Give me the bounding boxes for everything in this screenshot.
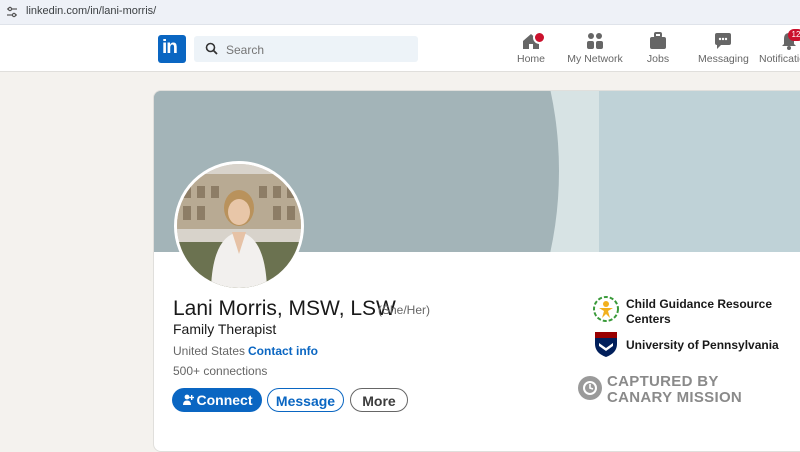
- watermark-clock-icon: [578, 376, 602, 400]
- home-notification-dot: [533, 31, 546, 44]
- my-network-icon: [587, 33, 603, 49]
- org-child-guidance-line2[interactable]: Centers: [626, 312, 671, 326]
- upenn-shield-logo-icon[interactable]: [593, 331, 619, 357]
- nav-messaging[interactable]: Messaging: [698, 31, 749, 65]
- messaging-icon: [715, 33, 731, 49]
- profile-photo-image: [177, 164, 301, 288]
- profile-pronouns: (She/Her): [378, 303, 431, 317]
- nav-home[interactable]: Home: [514, 31, 548, 65]
- url-text[interactable]: linkedin.com/in/lani-morris/: [26, 5, 156, 17]
- nav-messaging-label: Messaging: [698, 53, 749, 65]
- org-upenn[interactable]: University of Pennsylvania: [626, 338, 779, 352]
- linkedin-logo-icon[interactable]: in: [158, 35, 186, 63]
- watermark-line1: CAPTURED BY: [607, 373, 719, 390]
- watermark-line2: CANARY MISSION: [607, 389, 743, 406]
- nav-my-network-label: My Network: [567, 53, 623, 65]
- search-box[interactable]: [194, 36, 418, 62]
- connect-button-label: Connect: [196, 392, 253, 408]
- site-settings-icon[interactable]: [6, 6, 18, 18]
- connect-button[interactable]: Connect: [172, 388, 262, 412]
- nav-my-network[interactable]: My Network: [566, 31, 624, 65]
- search-input[interactable]: [224, 39, 408, 61]
- browser-address-bar[interactable]: linkedin.com/in/lani-morris/: [0, 0, 800, 25]
- notifications-count-badge: 12: [788, 29, 800, 41]
- profile-photo[interactable]: [174, 161, 304, 291]
- nav-jobs[interactable]: Jobs: [643, 31, 673, 65]
- top-navigation: in Home My Network Jobs Messag: [0, 25, 800, 72]
- nav-home-label: Home: [516, 53, 545, 65]
- org-child-guidance-line1[interactable]: Child Guidance Resource: [626, 297, 772, 311]
- separator-dot: ·: [241, 344, 245, 358]
- add-person-icon: [182, 394, 194, 405]
- child-guidance-logo-icon[interactable]: [593, 296, 619, 322]
- profile-location: United States: [173, 344, 246, 358]
- canary-mission-watermark: CAPTURED BY CANARY MISSION: [578, 373, 798, 408]
- search-icon: [205, 42, 218, 55]
- nav-jobs-label: Jobs: [646, 53, 670, 65]
- connections-count[interactable]: 500+ connections: [173, 364, 267, 378]
- contact-info-link[interactable]: Contact info: [248, 344, 318, 358]
- nav-notifications[interactable]: Notifications 12: [759, 29, 800, 65]
- nav-notifications-label: Notifications: [759, 53, 800, 65]
- profile-name: Lani Morris, MSW, LSW: [173, 297, 396, 320]
- more-button[interactable]: More: [350, 388, 408, 412]
- profile-headline: Family Therapist: [173, 321, 277, 337]
- message-button[interactable]: Message: [267, 388, 344, 412]
- briefcase-icon: [650, 32, 666, 49]
